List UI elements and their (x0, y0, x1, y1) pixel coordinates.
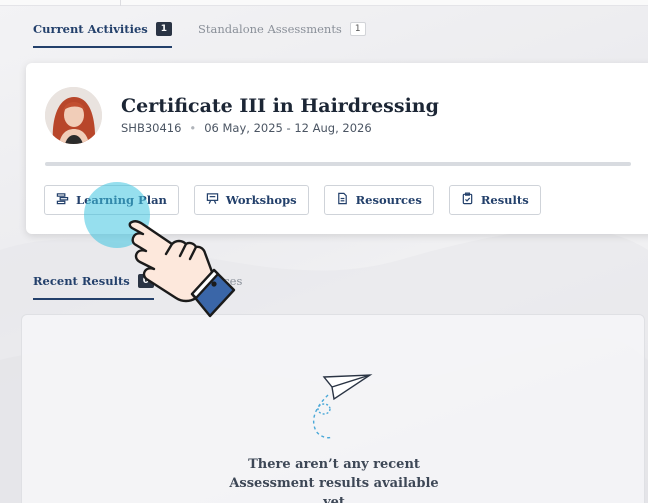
empty-state-line: Assessment results available (229, 476, 439, 491)
course-dates: 06 May, 2025 - 12 Aug, 2026 (204, 121, 372, 135)
tab-label: Current Activities (33, 22, 148, 36)
empty-state-message: There aren’t any recent Assessment resul… (22, 455, 644, 503)
list-icon (56, 192, 69, 208)
presentation-icon (206, 192, 219, 208)
course-title: Certificate III in Hairdressing (121, 95, 439, 117)
results-button[interactable]: Results (448, 185, 541, 215)
count-badge: 1 (349, 22, 366, 36)
course-meta: SHB30416 • 06 May, 2025 - 12 Aug, 2026 (121, 121, 372, 135)
empty-state-line: yet (323, 495, 345, 503)
button-label: Workshops (225, 193, 297, 207)
tab-label: Recent Results (33, 274, 130, 288)
pointing-hand-icon (128, 220, 236, 318)
button-label: Resources (355, 193, 422, 207)
separator-dot: • (189, 121, 197, 135)
top-bar (0, 0, 648, 6)
button-label: Results (480, 193, 529, 207)
paper-plane-icon (312, 374, 373, 439)
tab-label: Standalone Assessments (198, 22, 342, 36)
avatar (45, 87, 102, 144)
empty-state-line: There aren’t any recent (248, 457, 420, 472)
document-icon (336, 192, 349, 208)
activity-tabs: Current Activities 1 Standalone Assessme… (33, 22, 366, 50)
clipboard-check-icon (461, 192, 474, 208)
count-badge: 1 (155, 22, 173, 36)
workshops-button[interactable]: Workshops (193, 185, 309, 215)
recent-results-panel: There aren’t any recent Assessment resul… (21, 314, 645, 503)
tab-standalone-assessments[interactable]: Standalone Assessments 1 (198, 22, 366, 50)
course-progress-bar (45, 162, 631, 166)
course-code: SHB30416 (121, 121, 182, 135)
tab-current-activities[interactable]: Current Activities 1 (33, 22, 173, 50)
resources-button[interactable]: Resources (323, 185, 434, 215)
